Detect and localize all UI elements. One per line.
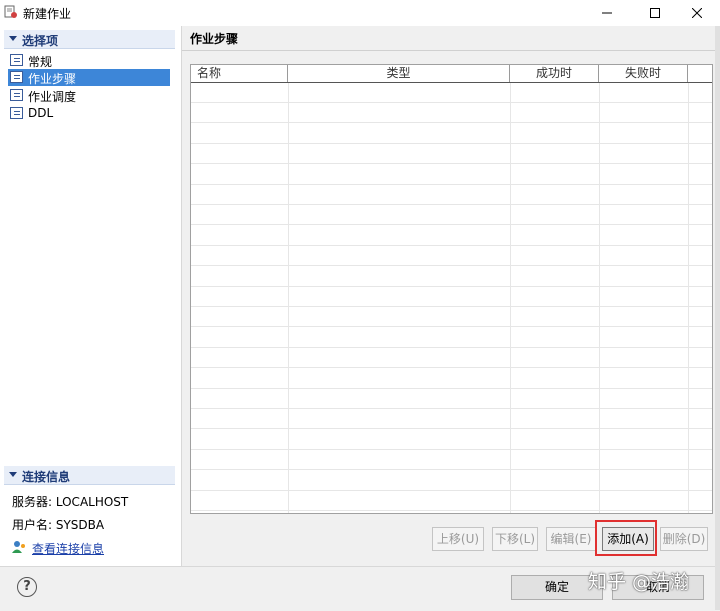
maximize-button[interactable]: [632, 0, 678, 26]
page-icon: [10, 54, 23, 66]
cancel-button[interactable]: 取消: [612, 575, 704, 600]
help-icon[interactable]: ?: [17, 577, 37, 597]
table-row[interactable]: [191, 307, 712, 328]
sidebar-item-job-schedule[interactable]: 作业调度: [8, 87, 170, 104]
table-row[interactable]: [191, 348, 712, 369]
sidebar-item-label: 常规: [28, 55, 53, 69]
column-header-on-success[interactable]: 成功时: [510, 65, 599, 82]
table-row[interactable]: [191, 165, 712, 185]
sidebar-item-label: DDL: [28, 106, 54, 120]
collapse-arrow-icon: [9, 472, 17, 477]
server-info: 服务器: LOCALHOST: [12, 495, 129, 509]
table-row[interactable]: [191, 185, 712, 205]
user-info: 用户名: SYSDBA: [12, 518, 105, 532]
table-row[interactable]: [191, 205, 712, 226]
app-icon: [4, 5, 17, 18]
table-row[interactable]: [191, 409, 712, 430]
column-header-name[interactable]: 名称: [191, 65, 288, 82]
window-edge: [715, 26, 720, 610]
divider: [182, 50, 720, 51]
table-row[interactable]: [191, 430, 712, 450]
table-row[interactable]: [191, 491, 712, 511]
table-row[interactable]: [191, 471, 712, 491]
table-row[interactable]: [191, 83, 712, 103]
maximize-icon: [650, 8, 660, 18]
column-divider: [599, 83, 600, 513]
left-pane: 选择项 常规 作业步骤 作业调度 DDL 连接信息 服务器: LOCALHOST…: [0, 26, 182, 566]
edit-button[interactable]: 编辑(E): [546, 527, 596, 551]
person-icon: [12, 541, 25, 553]
sidebar-item-label: 作业步骤: [28, 72, 77, 86]
table-row[interactable]: [191, 450, 712, 471]
column-divider: [288, 83, 289, 513]
options-section-header[interactable]: 选择项: [4, 30, 175, 49]
table-row[interactable]: [191, 267, 712, 287]
dialog-footer: ? 确定 取消: [0, 566, 720, 611]
column-divider: [688, 83, 689, 513]
table-row[interactable]: [191, 389, 712, 409]
close-button[interactable]: [674, 0, 720, 26]
move-up-button[interactable]: 上移(U): [432, 527, 484, 551]
table-row[interactable]: [191, 226, 712, 246]
column-divider: [510, 83, 511, 513]
ok-button[interactable]: 确定: [511, 575, 603, 600]
job-steps-table[interactable]: 名称 类型 成功时 失败时: [190, 64, 713, 514]
column-header-type[interactable]: 类型: [288, 65, 510, 82]
connection-section-header[interactable]: 连接信息: [4, 466, 175, 485]
add-button[interactable]: 添加(A): [602, 527, 654, 551]
table-row[interactable]: [191, 103, 712, 124]
table-row[interactable]: [191, 328, 712, 348]
title-bar: 新建作业: [0, 0, 720, 26]
sidebar-item-job-steps[interactable]: 作业步骤: [8, 69, 170, 86]
sidebar-item-ddl[interactable]: DDL: [8, 105, 170, 122]
delete-button[interactable]: 删除(D): [660, 527, 708, 551]
view-connection-label: 查看连接信息: [32, 542, 105, 556]
sidebar-item-general[interactable]: 常规: [8, 52, 170, 69]
page-icon: [10, 71, 23, 83]
page-icon: [10, 107, 23, 119]
connection-header-label: 连接信息: [22, 470, 71, 484]
page-icon: [10, 89, 23, 101]
minimize-icon: [602, 12, 612, 14]
minimize-button[interactable]: [584, 0, 630, 26]
table-row[interactable]: [191, 124, 712, 144]
table-header: 名称 类型 成功时 失败时: [191, 65, 712, 83]
window-title: 新建作业: [23, 7, 72, 21]
table-row[interactable]: [191, 369, 712, 389]
options-header-label: 选择项: [22, 34, 59, 48]
collapse-arrow-icon: [9, 36, 17, 41]
page-title: 作业步骤: [190, 32, 239, 46]
move-down-button[interactable]: 下移(L): [492, 527, 538, 551]
main-pane: 作业步骤 名称 类型 成功时 失败时 上移(U) 下移(L) 编辑(E) 添加(…: [182, 26, 720, 566]
sidebar-item-label: 作业调度: [28, 90, 77, 104]
table-row[interactable]: [191, 287, 712, 307]
column-header-on-failure[interactable]: 失败时: [599, 65, 688, 82]
table-body: [191, 83, 712, 513]
table-row[interactable]: [191, 246, 712, 267]
close-icon: [692, 8, 702, 18]
table-row[interactable]: [191, 144, 712, 165]
